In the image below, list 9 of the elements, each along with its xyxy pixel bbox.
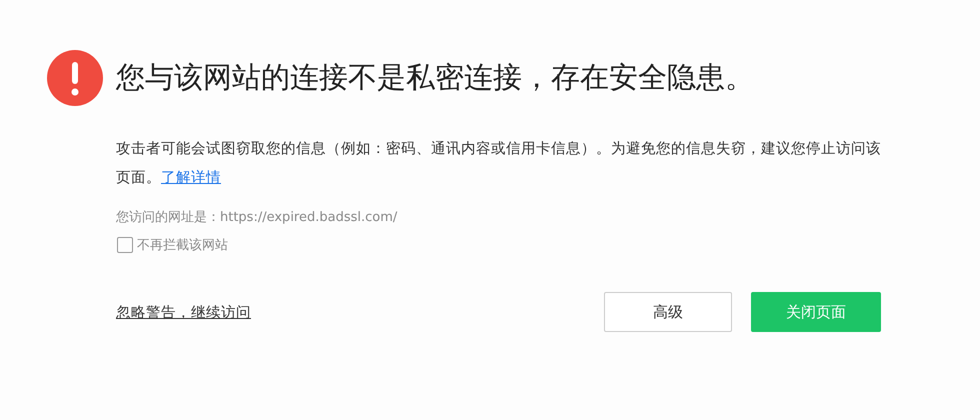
- warning-title: 您与该网站的连接不是私密连接，存在安全隐患。: [116, 59, 754, 96]
- url-text: 您访问的网址是：https://expired.badssl.com/: [116, 209, 398, 226]
- checkbox[interactable]: [117, 237, 133, 253]
- advanced-button[interactable]: 高级: [604, 292, 732, 332]
- warning-icon: [47, 50, 103, 106]
- ignore-warning-link[interactable]: 忽略警告，继续访问: [116, 302, 251, 322]
- checkbox-label: 不再拦截该网站: [137, 237, 228, 254]
- learn-more-link[interactable]: 了解详情: [161, 170, 221, 186]
- warning-description: 攻击者可能会试图窃取您的信息（例如：密码、通讯内容或信用卡信息）。为避免您的信息失窃，建议您停止访问该页面。了解详情: [116, 140, 881, 188]
